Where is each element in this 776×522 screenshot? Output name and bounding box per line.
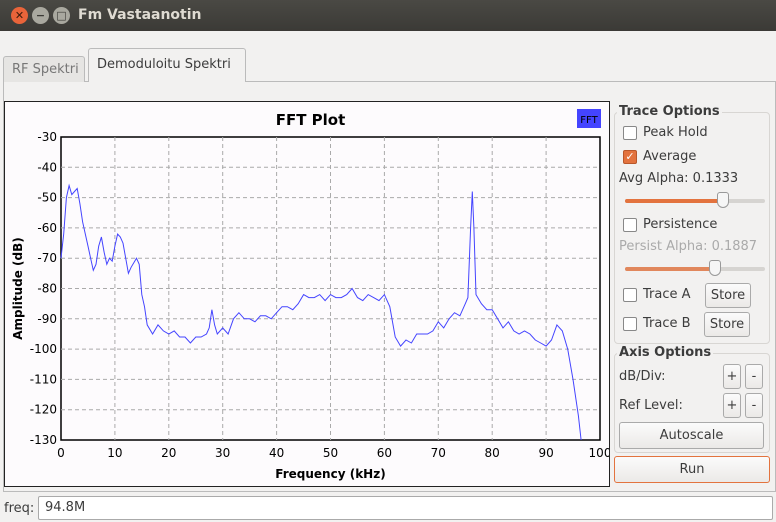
slider-handle[interactable] (717, 192, 729, 208)
y-tick-label: -110 (30, 372, 57, 386)
x-tick-label: 70 (431, 446, 446, 460)
x-tick-label: 40 (269, 446, 284, 460)
checkmark-icon: ✓ (623, 149, 637, 164)
y-tick-label: -60 (37, 221, 57, 235)
x-tick-label: 90 (538, 446, 553, 460)
close-button[interactable]: ✕ (11, 7, 28, 24)
axis-options-group: Axis Options dB/Div: + - Ref Level: + - … (614, 345, 770, 453)
avg-alpha-slider[interactable] (625, 192, 765, 208)
y-tick-label: -90 (37, 312, 57, 326)
ref-level-minus-button[interactable]: - (745, 393, 763, 418)
title-bar: ✕ − □ Fm Vastaanotin (0, 0, 776, 31)
persistence-label: Persistence (643, 217, 718, 232)
x-tick-label: 50 (323, 446, 338, 460)
store-trace-a-button[interactable]: Store (705, 283, 751, 308)
x-tick-label: 20 (161, 446, 176, 460)
avg-alpha-label: Avg Alpha: 0.1333 (619, 171, 739, 186)
y-tick-label: -70 (37, 251, 57, 265)
ref-level-plus-button[interactable]: + (723, 393, 741, 418)
freq-bar: freq: 94.8M (0, 495, 776, 522)
fft-plot: 0 10 20 30 40 50 60 70 80 90 100 -30 -40 -50 -60 -70 -80… (4, 101, 611, 487)
persist-alpha-label: Persist Alpha: 0.1887 (619, 239, 758, 254)
x-tick-label: 10 (107, 446, 122, 460)
trace-a-label: Trace A (643, 287, 691, 302)
checkbox-icon (623, 217, 637, 232)
average-label: Average (643, 149, 697, 164)
legend-label: FFT (580, 115, 598, 126)
x-tick-label: 30 (215, 446, 230, 460)
y-tick-label: -100 (30, 342, 57, 356)
y-axis-label: Amplitude (dB) (11, 237, 25, 340)
db-div-minus-button[interactable]: - (745, 364, 763, 389)
x-tick-label: 60 (377, 446, 392, 460)
peak-hold-label: Peak Hold (643, 125, 708, 140)
persistence-checkbox[interactable]: Persistence (623, 217, 717, 232)
autoscale-button[interactable]: Autoscale (619, 422, 764, 449)
slider-handle[interactable] (709, 260, 721, 276)
y-tick-label: -40 (37, 160, 57, 174)
minimize-button[interactable]: − (32, 7, 49, 24)
axis-options-title: Axis Options (617, 345, 714, 360)
x-tick-label: 0 (57, 446, 65, 460)
fft-chart: 0 10 20 30 40 50 60 70 80 90 100 -30 -40 -50 -60 -70 -80… (11, 109, 611, 481)
run-button[interactable]: Run (614, 456, 770, 483)
checkbox-icon (623, 125, 637, 140)
trace-options-title: Trace Options (617, 104, 722, 119)
ref-level-label: Ref Level: (619, 398, 683, 413)
chart-title: FFT Plot (276, 111, 346, 129)
average-checkbox[interactable]: ✓ Average (623, 149, 696, 164)
x-axis-label: Frequency (kHz) (275, 467, 385, 481)
x-tick-label: 80 (485, 446, 500, 460)
persist-alpha-slider[interactable] (625, 260, 765, 276)
db-div-label: dB/Div: (619, 369, 666, 384)
freq-input[interactable]: 94.8M (38, 496, 773, 520)
freq-label: freq: (4, 501, 35, 516)
db-div-plus-button[interactable]: + (723, 364, 741, 389)
y-tick-label: -80 (37, 282, 57, 296)
tab-demoduloitu-spektri[interactable]: Demoduloitu Spektri (88, 48, 246, 82)
tab-rf-spektri[interactable]: RF Spektri (3, 56, 85, 82)
y-tick-label: -30 (37, 130, 57, 144)
maximize-button[interactable]: □ (53, 7, 70, 24)
trace-options-group: Trace Options Peak Hold ✓ Average Avg Alp… (614, 104, 770, 344)
y-tick-label: -120 (30, 403, 57, 417)
y-tick-label: -130 (30, 433, 57, 447)
y-tick-label: -50 (37, 191, 57, 205)
trace-b-label: Trace B (643, 316, 691, 331)
checkbox-icon (623, 316, 637, 331)
x-tick-label: 100 (589, 446, 609, 460)
checkbox-icon (623, 287, 637, 302)
peak-hold-checkbox[interactable]: Peak Hold (623, 125, 708, 140)
trace-b-checkbox[interactable]: Trace B (623, 316, 691, 331)
trace-a-checkbox[interactable]: Trace A (623, 287, 691, 302)
store-trace-b-button[interactable]: Store (704, 312, 750, 337)
window-title: Fm Vastaanotin (78, 7, 202, 23)
